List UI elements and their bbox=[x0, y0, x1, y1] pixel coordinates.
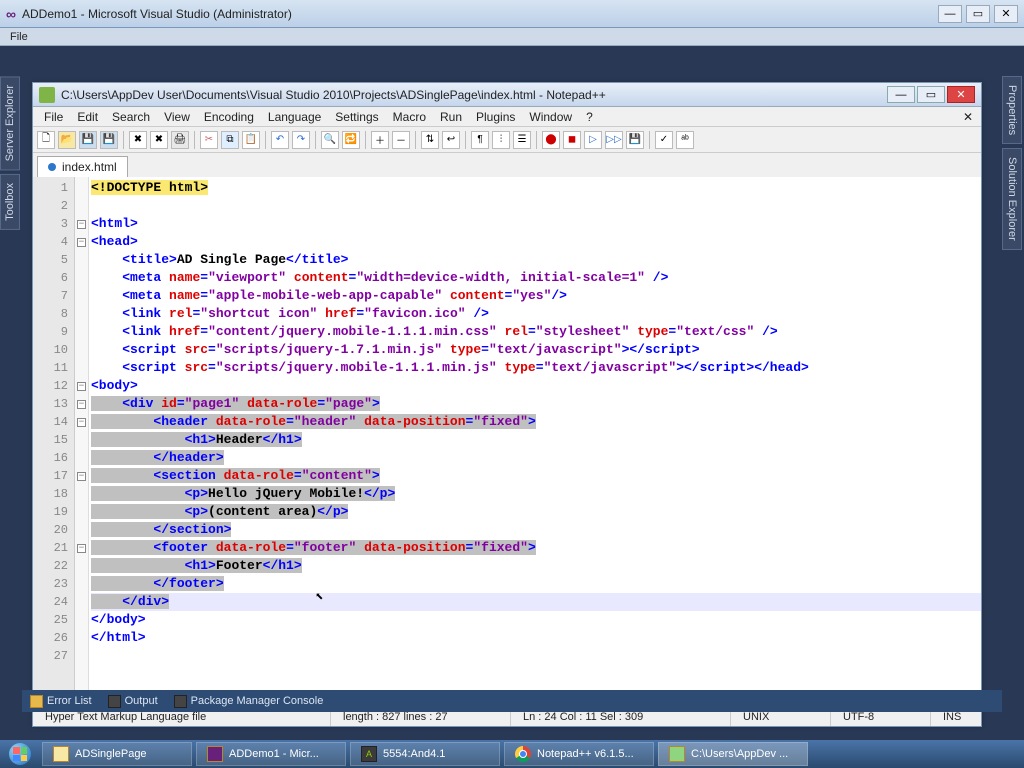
npp-editor[interactable]: 12345 678910 1112131415 1617181920 21222… bbox=[33, 177, 981, 706]
npp-document-close-button[interactable]: ✕ bbox=[956, 108, 981, 126]
npp-maximize-button[interactable]: ▭ bbox=[917, 86, 945, 103]
pkg-mgr-icon bbox=[174, 695, 187, 708]
replace-icon[interactable]: 🔁 bbox=[342, 131, 360, 149]
output-icon bbox=[108, 695, 121, 708]
chrome-icon bbox=[515, 746, 531, 762]
folder-icon bbox=[53, 746, 69, 762]
new-file-icon[interactable]: 🗋 bbox=[37, 131, 55, 149]
vs-tab-output[interactable]: Output bbox=[108, 695, 158, 708]
npp-menu-view[interactable]: View bbox=[157, 108, 197, 126]
code-area[interactable]: <!DOCTYPE html> <html> <head> <title>AD … bbox=[89, 177, 981, 706]
undo-icon[interactable]: ↶ bbox=[271, 131, 289, 149]
paste-icon[interactable]: 📋 bbox=[242, 131, 260, 149]
tab-label: index.html bbox=[62, 160, 117, 174]
zoom-out-icon[interactable]: － bbox=[392, 131, 410, 149]
cut-icon[interactable]: ✂ bbox=[200, 131, 218, 149]
tab-modified-icon bbox=[48, 163, 56, 171]
vs-icon bbox=[207, 746, 223, 762]
vs-close-button[interactable]: ✕ bbox=[994, 5, 1018, 23]
npp-toolbar: 🗋 📂 💾 💾 ✖ ✖ 🖨 ✂ ⧉ 📋 ↶ ↷ 🔍 🔁 ＋ bbox=[33, 127, 981, 153]
macro-record-icon[interactable]: ⬤ bbox=[542, 131, 560, 149]
vs-tab-pkg-mgr-console[interactable]: Package Manager Console bbox=[174, 695, 324, 708]
line-number-gutter: 12345 678910 1112131415 1617181920 21222… bbox=[33, 177, 75, 706]
vs-menu-file[interactable]: File bbox=[4, 29, 34, 45]
redo-icon[interactable]: ↷ bbox=[292, 131, 310, 149]
macro-save-icon[interactable]: 💾 bbox=[626, 131, 644, 149]
macro-stop-icon[interactable]: ◼ bbox=[563, 131, 581, 149]
macro-play-multi-icon[interactable]: ▷▷ bbox=[605, 131, 623, 149]
vs-bottom-panel-tabs: Error List Output Package Manager Consol… bbox=[22, 690, 1002, 712]
npp-menu-plugins[interactable]: Plugins bbox=[469, 108, 522, 126]
vs-minimize-button[interactable]: — bbox=[938, 5, 962, 23]
notepadpp-window: C:\Users\AppDev User\Documents\Visual St… bbox=[32, 82, 982, 727]
start-button[interactable] bbox=[0, 740, 40, 768]
open-file-icon[interactable]: 📂 bbox=[58, 131, 76, 149]
save-all-icon[interactable]: 💾 bbox=[100, 131, 118, 149]
copy-icon[interactable]: ⧉ bbox=[221, 131, 239, 149]
npp-menubar: File Edit Search View Encoding Language … bbox=[33, 107, 981, 127]
indent-guide-icon[interactable]: ⫶ bbox=[492, 131, 510, 149]
android-icon: A bbox=[361, 746, 377, 762]
save-icon[interactable]: 💾 bbox=[79, 131, 97, 149]
find-icon[interactable]: 🔍 bbox=[321, 131, 339, 149]
task-visual-studio[interactable]: ADDemo1 - Micr... bbox=[196, 742, 346, 766]
task-adsinglepage[interactable]: ADSinglePage bbox=[42, 742, 192, 766]
npp-menu-help[interactable]: ? bbox=[579, 108, 600, 126]
npp-tabbar: index.html bbox=[33, 153, 981, 177]
npp-menu-settings[interactable]: Settings bbox=[328, 108, 385, 126]
zoom-in-icon[interactable]: ＋ bbox=[371, 131, 389, 149]
npp-close-button[interactable]: ✕ bbox=[947, 86, 975, 103]
npp-menu-language[interactable]: Language bbox=[261, 108, 328, 126]
task-android-emulator[interactable]: A5554:And4.1 bbox=[350, 742, 500, 766]
npp-menu-edit[interactable]: Edit bbox=[70, 108, 105, 126]
vs-maximize-button[interactable]: ▭ bbox=[966, 5, 990, 23]
print-icon[interactable]: 🖨 bbox=[171, 131, 189, 149]
vs-tab-properties[interactable]: Properties bbox=[1002, 76, 1022, 144]
close-file-icon[interactable]: ✖ bbox=[129, 131, 147, 149]
npp-minimize-button[interactable]: — bbox=[887, 86, 915, 103]
vs-logo-icon: ∞ bbox=[6, 6, 16, 22]
visual-studio-window: ∞ ADDemo1 - Microsoft Visual Studio (Adm… bbox=[0, 0, 1024, 768]
vs-tab-solution-explorer[interactable]: Solution Explorer bbox=[1002, 148, 1022, 250]
close-all-icon[interactable]: ✖ bbox=[150, 131, 168, 149]
wordwrap-icon[interactable]: ↩ bbox=[442, 131, 460, 149]
vs-title: ADDemo1 - Microsoft Visual Studio (Admin… bbox=[22, 7, 938, 21]
vs-tab-server-explorer[interactable]: Server Explorer bbox=[0, 76, 20, 170]
npp-icon bbox=[669, 746, 685, 762]
vs-tab-error-list[interactable]: Error List bbox=[30, 695, 92, 708]
npp-menu-run[interactable]: Run bbox=[433, 108, 469, 126]
npp-title: C:\Users\AppDev User\Documents\Visual St… bbox=[61, 88, 887, 102]
all-chars-icon[interactable]: ¶ bbox=[471, 131, 489, 149]
npp-app-icon bbox=[39, 87, 55, 103]
vs-titlebar[interactable]: ∞ ADDemo1 - Microsoft Visual Studio (Adm… bbox=[0, 0, 1024, 28]
user-lang-icon[interactable]: ☰ bbox=[513, 131, 531, 149]
task-chrome[interactable]: Notepad++ v6.1.5... bbox=[504, 742, 654, 766]
npp-menu-encoding[interactable]: Encoding bbox=[197, 108, 261, 126]
sync-scroll-icon[interactable]: ⇅ bbox=[421, 131, 439, 149]
npp-menu-file[interactable]: File bbox=[37, 108, 70, 126]
npp-menu-search[interactable]: Search bbox=[105, 108, 157, 126]
npp-menu-window[interactable]: Window bbox=[522, 108, 579, 126]
task-notepadpp[interactable]: C:\Users\AppDev ... bbox=[658, 742, 808, 766]
tab-index-html[interactable]: index.html bbox=[37, 156, 128, 177]
npp-menu-macro[interactable]: Macro bbox=[386, 108, 433, 126]
npp-titlebar[interactable]: C:\Users\AppDev User\Documents\Visual St… bbox=[33, 83, 981, 107]
macro-play-icon[interactable]: ▷ bbox=[584, 131, 602, 149]
error-list-icon bbox=[30, 695, 43, 708]
windows-taskbar: ADSinglePage ADDemo1 - Micr... A5554:And… bbox=[0, 740, 1024, 768]
spell-check-icon[interactable]: ✓ bbox=[655, 131, 673, 149]
fold-column[interactable]: − − − − − − − bbox=[75, 177, 89, 706]
doc-map-icon[interactable]: ᵃᵇ bbox=[676, 131, 694, 149]
vs-menubar: File bbox=[0, 28, 1024, 46]
vs-tab-toolbox[interactable]: Toolbox bbox=[0, 174, 20, 230]
